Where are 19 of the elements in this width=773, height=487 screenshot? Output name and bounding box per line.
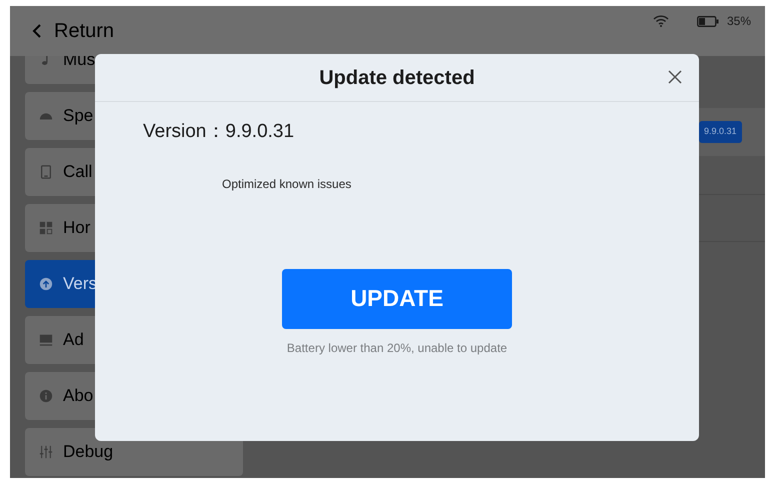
- battery-percentage: 35%: [726, 13, 751, 30]
- back-button[interactable]: Return: [32, 16, 114, 46]
- release-notes: Optimized known issues: [222, 176, 352, 192]
- wifi-icon: [652, 15, 669, 27]
- close-button[interactable]: [667, 69, 683, 85]
- screen-icon: [39, 333, 53, 347]
- update-button[interactable]: UPDATE: [282, 268, 512, 328]
- version-label: Version：: [143, 120, 226, 144]
- info-icon: [39, 389, 53, 403]
- tablet-icon: [39, 165, 53, 179]
- version-number: 9.9.0.31: [225, 120, 294, 144]
- grid-icon: [39, 221, 53, 235]
- dialog-title: Update detected: [319, 66, 475, 90]
- sliders-icon: [39, 445, 53, 459]
- battery-warning: Battery lower than 20%, unable to update: [286, 340, 508, 356]
- chevron-left-icon: [32, 24, 42, 38]
- up-arrow-circle-icon: [39, 277, 53, 291]
- version-badge: 9.9.0.31: [699, 121, 742, 143]
- battery-icon: [696, 16, 719, 26]
